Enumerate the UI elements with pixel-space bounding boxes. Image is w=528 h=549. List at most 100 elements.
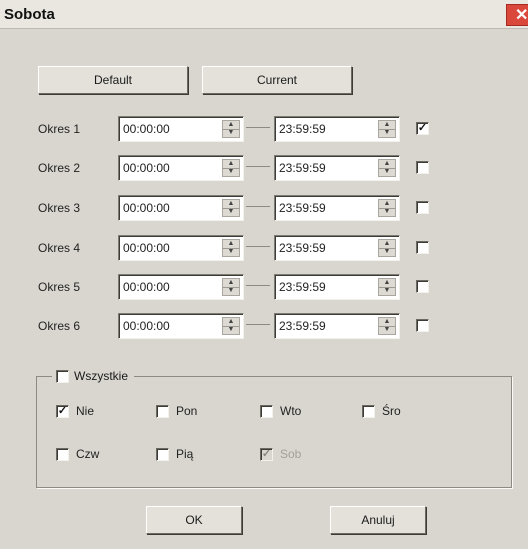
period-label: Okres 2 <box>38 161 81 175</box>
start-time-value: 00:00:00 <box>123 280 170 294</box>
start-time-value: 00:00:00 <box>123 201 170 215</box>
end-time-field[interactable]: 23:59:59 ▲ ▼ <box>274 235 400 261</box>
checkmark-icon: ✓ <box>261 448 272 460</box>
start-time-value: 00:00:00 <box>123 161 170 175</box>
spin-down-icon[interactable]: ▼ <box>223 129 239 137</box>
period-row: Okres 3 00:00:00 ▲ ▼ 23:59:59 ▲ ▼ <box>0 193 528 223</box>
end-time-spinner[interactable]: ▲ ▼ <box>378 317 396 335</box>
day-checkbox[interactable] <box>156 405 169 418</box>
checkmark-icon: ✓ <box>57 405 68 417</box>
period-enable-checkbox[interactable] <box>416 280 429 293</box>
start-time-value: 00:00:00 <box>123 319 170 333</box>
start-time-field[interactable]: 00:00:00 ▲ ▼ <box>118 313 244 339</box>
period-enable-checkbox[interactable]: ✓ <box>416 122 429 135</box>
range-separator <box>246 206 270 207</box>
period-row: Okres 6 00:00:00 ▲ ▼ 23:59:59 ▲ ▼ <box>0 311 528 341</box>
period-label: Okres 3 <box>38 201 81 215</box>
start-time-field[interactable]: 00:00:00 ▲ ▼ <box>118 274 244 300</box>
day-checkbox[interactable]: ✓ <box>56 405 69 418</box>
spin-down-icon[interactable]: ▼ <box>379 168 395 176</box>
dialog-title: Sobota <box>4 6 55 23</box>
day-checkbox[interactable] <box>260 405 273 418</box>
end-time-spinner[interactable]: ▲ ▼ <box>378 120 396 138</box>
range-separator <box>246 324 270 325</box>
start-time-value: 00:00:00 <box>123 241 170 255</box>
day-label: Sob <box>280 447 302 461</box>
end-time-field[interactable]: 23:59:59 ▲ ▼ <box>274 116 400 142</box>
day-checkbox[interactable] <box>362 405 375 418</box>
select-all-checkbox[interactable] <box>56 370 69 383</box>
copy-to-days-group <box>36 376 512 488</box>
day-label: Nie <box>76 404 95 418</box>
select-all-label: Wszystkie <box>74 369 128 383</box>
start-time-spinner[interactable]: ▲ ▼ <box>222 159 240 177</box>
range-separator <box>246 246 270 247</box>
spin-down-icon[interactable]: ▼ <box>379 208 395 216</box>
period-row: Okres 2 00:00:00 ▲ ▼ 23:59:59 ▲ ▼ <box>0 153 528 183</box>
range-separator <box>246 127 270 128</box>
end-time-value: 23:59:59 <box>279 280 326 294</box>
start-time-field[interactable]: 00:00:00 ▲ ▼ <box>118 195 244 221</box>
end-time-field[interactable]: 23:59:59 ▲ ▼ <box>274 274 400 300</box>
end-time-spinner[interactable]: ▲ ▼ <box>378 159 396 177</box>
day-checkbox: ✓ <box>260 448 273 461</box>
period-row: Okres 1 00:00:00 ▲ ▼ 23:59:59 ▲ ▼ ✓ <box>0 114 528 144</box>
day-label: Pon <box>176 404 198 418</box>
spin-down-icon[interactable]: ▼ <box>223 287 239 295</box>
start-time-field[interactable]: 00:00:00 ▲ ▼ <box>118 116 244 142</box>
spin-down-icon[interactable]: ▼ <box>223 208 239 216</box>
start-time-spinner[interactable]: ▲ ▼ <box>222 120 240 138</box>
cancel-button[interactable]: Anuluj <box>330 506 426 534</box>
spin-down-icon[interactable]: ▼ <box>223 168 239 176</box>
end-time-value: 23:59:59 <box>279 161 326 175</box>
day-checkbox[interactable] <box>56 448 69 461</box>
spin-down-icon[interactable]: ▼ <box>379 248 395 256</box>
end-time-value: 23:59:59 <box>279 241 326 255</box>
period-label: Okres 4 <box>38 241 81 255</box>
end-time-value: 23:59:59 <box>279 201 326 215</box>
close-icon[interactable]: ✕ <box>506 4 528 26</box>
period-enable-checkbox[interactable] <box>416 319 429 332</box>
period-enable-checkbox[interactable] <box>416 161 429 174</box>
end-time-field[interactable]: 23:59:59 ▲ ▼ <box>274 155 400 181</box>
period-row: Okres 5 00:00:00 ▲ ▼ 23:59:59 ▲ ▼ <box>0 272 528 302</box>
start-time-spinner[interactable]: ▲ ▼ <box>222 317 240 335</box>
period-enable-checkbox[interactable] <box>416 201 429 214</box>
day-label: Czw <box>76 447 100 461</box>
checkmark-icon: ✓ <box>417 122 428 134</box>
spin-down-icon[interactable]: ▼ <box>223 248 239 256</box>
start-time-spinner[interactable]: ▲ ▼ <box>222 239 240 257</box>
schedule-dialog: Sobota ✕ Default Current Okres 1 00:00:00… <box>0 0 528 549</box>
start-time-spinner[interactable]: ▲ ▼ <box>222 199 240 217</box>
period-enable-checkbox[interactable] <box>416 241 429 254</box>
title-bar: Sobota ✕ <box>0 0 528 29</box>
period-label: Okres 1 <box>38 122 81 136</box>
range-separator <box>246 166 270 167</box>
day-checkbox[interactable] <box>156 448 169 461</box>
spin-down-icon[interactable]: ▼ <box>379 129 395 137</box>
current-button[interactable]: Current <box>202 66 352 94</box>
end-time-value: 23:59:59 <box>279 122 326 136</box>
spin-down-icon[interactable]: ▼ <box>379 287 395 295</box>
end-time-field[interactable]: 23:59:59 ▲ ▼ <box>274 195 400 221</box>
start-time-field[interactable]: 00:00:00 ▲ ▼ <box>118 235 244 261</box>
start-time-field[interactable]: 00:00:00 ▲ ▼ <box>118 155 244 181</box>
default-button[interactable]: Default <box>38 66 188 94</box>
select-all-row: Wszystkie Wszystkie <box>52 368 134 384</box>
period-row: Okres 4 00:00:00 ▲ ▼ 23:59:59 ▲ ▼ <box>0 233 528 263</box>
end-time-value: 23:59:59 <box>279 319 326 333</box>
period-label: Okres 5 <box>38 280 81 294</box>
end-time-spinner[interactable]: ▲ ▼ <box>378 278 396 296</box>
day-label: Wto <box>280 404 302 418</box>
spin-down-icon[interactable]: ▼ <box>223 326 239 334</box>
period-label: Okres 6 <box>38 319 81 333</box>
end-time-spinner[interactable]: ▲ ▼ <box>378 199 396 217</box>
spin-down-icon[interactable]: ▼ <box>379 326 395 334</box>
day-label: Śro <box>382 404 401 418</box>
start-time-value: 00:00:00 <box>123 122 170 136</box>
end-time-spinner[interactable]: ▲ ▼ <box>378 239 396 257</box>
start-time-spinner[interactable]: ▲ ▼ <box>222 278 240 296</box>
day-label: Pią <box>176 447 194 461</box>
ok-button[interactable]: OK <box>146 506 242 534</box>
end-time-field[interactable]: 23:59:59 ▲ ▼ <box>274 313 400 339</box>
